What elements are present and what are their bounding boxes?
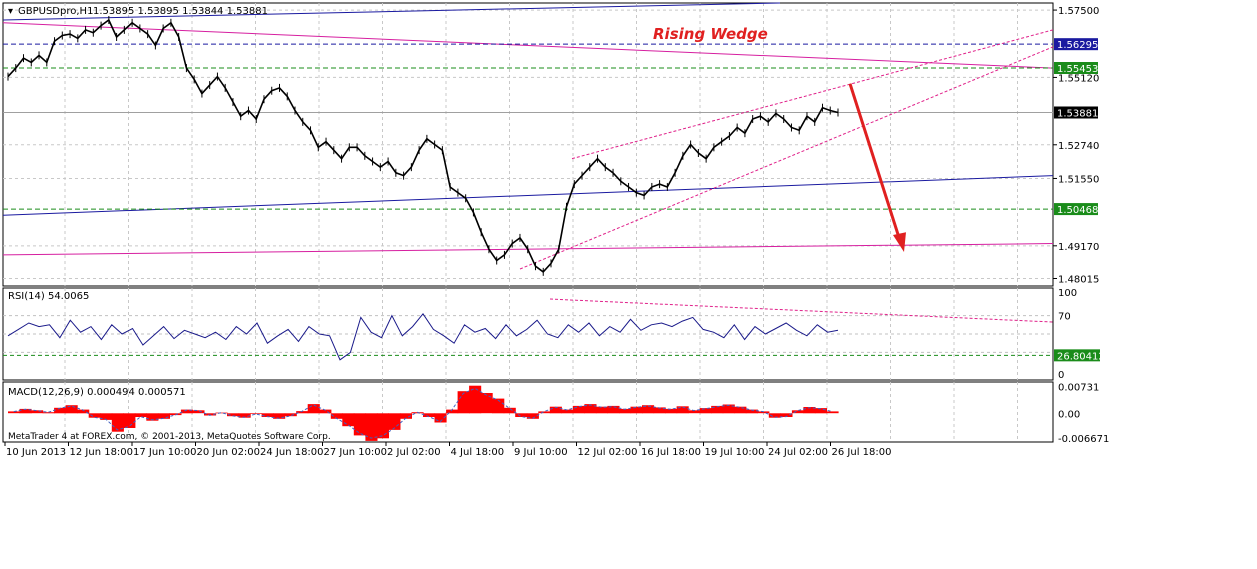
macd-bar (595, 406, 608, 414)
macd-bar (699, 408, 712, 414)
rsi-title: RSI(14) 54.0065 (8, 291, 89, 302)
macd-tick-label: 0.00731 (1058, 382, 1099, 393)
macd-bar (630, 406, 643, 414)
macd-tick-label: -0.006671 (1058, 434, 1109, 445)
x-tick-label: 2 Jul 02:00 (387, 447, 441, 458)
x-tick-label: 9 Jul 10:00 (514, 447, 568, 458)
macd-bar (215, 412, 228, 414)
macd-bar (284, 413, 297, 417)
copyright-footer: MetaTrader 4 at FOREX.com, © 2001-2013, … (8, 432, 331, 442)
macd-bar (250, 413, 263, 414)
rsi-tag-label: 26.80412 (1057, 351, 1105, 362)
rsi-tick-label: 70 (1058, 312, 1071, 323)
macd-bar (65, 405, 78, 414)
x-tick-label: 24 Jun 18:00 (260, 447, 324, 458)
y-tick-label: 1.52740 (1058, 141, 1099, 152)
macd-bar (572, 405, 585, 414)
macd-bar (826, 411, 839, 414)
macd-bar (134, 413, 147, 417)
macd-bar (123, 413, 136, 428)
macd-bar (31, 410, 44, 414)
x-tick-label: 24 Jul 02:00 (768, 447, 828, 458)
macd-bar (665, 408, 678, 414)
y-tick-label: 1.51550 (1058, 174, 1099, 185)
macd-bar (457, 391, 470, 414)
macd-bar (515, 413, 528, 417)
x-tick-label: 16 Jul 18:00 (641, 447, 701, 458)
price-tag-label: 1.50468 (1057, 205, 1098, 216)
x-tick-label: 12 Jun 18:00 (70, 447, 134, 458)
chart-window: 1.57500 1.55120 1.52740 1.51550 1.49170 1.480… (0, 0, 1257, 565)
macd-bar (791, 410, 804, 414)
macd-bar (814, 408, 827, 414)
macd-bar (480, 393, 493, 414)
y-tick-label: 1.49170 (1058, 242, 1099, 253)
macd-bar (342, 413, 355, 427)
macd-bar (353, 413, 366, 436)
y-tick-label: 1.48015 (1058, 275, 1099, 286)
macd-bar (376, 413, 389, 439)
y-tick-label: 1.57500 (1058, 6, 1099, 17)
x-axis-labels: 10 Jun 2013 12 Jun 18:00 17 Jun 10:00 20 Ju… (4, 442, 892, 458)
price-tag-label: 1.55453 (1057, 64, 1098, 75)
x-tick-label: 17 Jun 10:00 (133, 447, 197, 458)
x-tick-label: 20 Jun 02:00 (197, 447, 261, 458)
rsi-tick-label: 100 (1058, 288, 1077, 299)
x-tick-label: 19 Jul 10:00 (705, 447, 765, 458)
macd-tick-label: 0.00 (1058, 409, 1080, 420)
ohlc-readout: 1.53895 1.53895 1.53844 1.53881 (93, 6, 268, 17)
x-tick-label: 26 Jul 18:00 (832, 447, 892, 458)
price-tag-label: 1.53881 (1057, 108, 1098, 119)
price-tag-label: 1.56295 (1057, 40, 1098, 51)
y-tick-label: 1.55120 (1058, 73, 1099, 84)
dropdown-arrow-icon[interactable]: ▾ (8, 6, 13, 17)
rising-wedge-label: Rising Wedge (653, 25, 768, 43)
macd-bar (734, 406, 747, 414)
chart-canvas: 1.57500 1.55120 1.52740 1.51550 1.49170 1.480… (2, 2, 1109, 458)
macd-bar (503, 407, 516, 414)
x-tick-label: 10 Jun 2013 (6, 447, 66, 458)
rsi-tick-label: 0 (1058, 370, 1064, 381)
macd-bar (538, 411, 551, 414)
x-tick-label: 4 Jul 18:00 (451, 447, 505, 458)
symbol-title: GBPUSDpro,H1 (18, 6, 93, 17)
x-tick-label: 12 Jul 02:00 (578, 447, 638, 458)
macd-bar (157, 413, 170, 419)
x-tick-label: 27 Jun 10:00 (324, 447, 388, 458)
macd-title: MACD(12,26,9) 0.000494 0.000571 (8, 387, 186, 398)
